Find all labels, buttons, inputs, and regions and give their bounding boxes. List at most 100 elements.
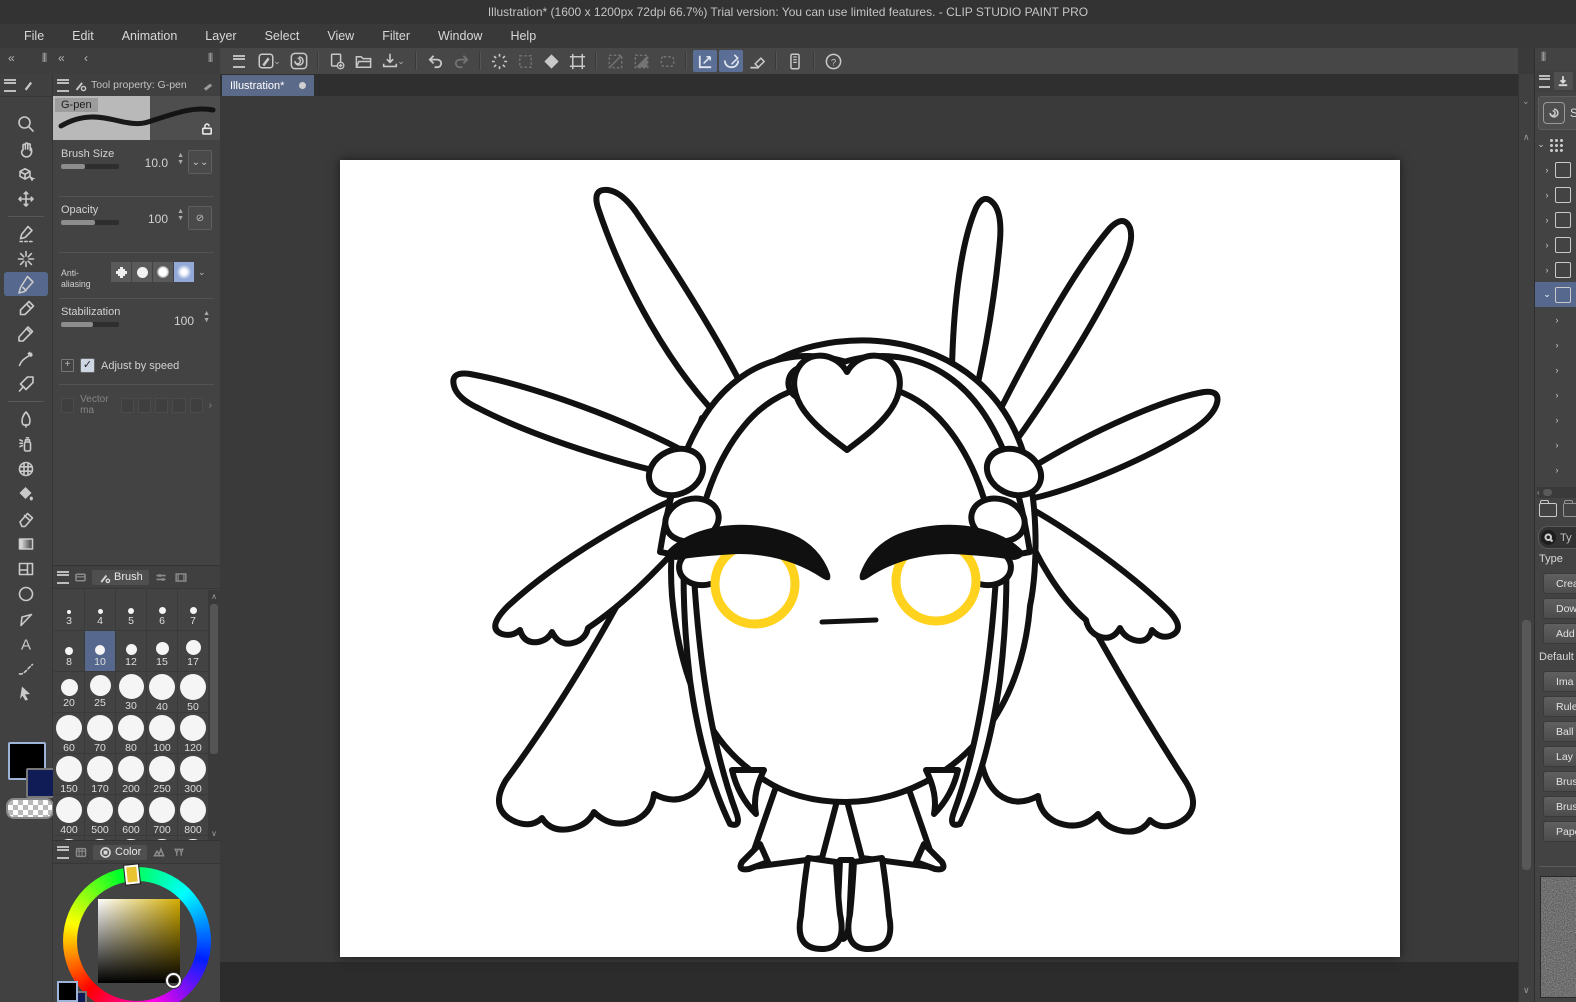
collapse-single-icon[interactable]: ‹ xyxy=(84,51,88,65)
figure-tool[interactable] xyxy=(4,582,48,606)
brush-size-10[interactable]: 10 xyxy=(85,631,116,672)
scrollbar-thumb[interactable] xyxy=(1522,620,1531,870)
opacity-stepper[interactable]: ▲ ▼ xyxy=(177,208,184,222)
stabilization-stepper[interactable]: ▲ ▼ xyxy=(203,310,210,324)
collapse-panel-icon[interactable]: « xyxy=(58,51,65,65)
panel-menu-icon[interactable] xyxy=(57,78,69,92)
brush-size-7[interactable]: 7 xyxy=(178,590,208,631)
redo-button[interactable] xyxy=(449,50,473,72)
eyedropper-tool[interactable] xyxy=(4,297,48,321)
sv-cursor[interactable] xyxy=(166,973,181,988)
adjust-by-speed-checkbox[interactable]: ✓ xyxy=(80,358,95,373)
material-tree-row[interactable]: › xyxy=(1535,432,1576,457)
operate-vector-tool[interactable] xyxy=(4,682,48,706)
open-file-button[interactable] xyxy=(351,50,375,72)
material-filter-add[interactable]: Add xyxy=(1543,623,1576,644)
color-set-tab-icon[interactable] xyxy=(73,846,89,859)
opacity-value[interactable]: 100 xyxy=(148,212,168,226)
chevron-icon[interactable]: › xyxy=(1541,215,1553,225)
brush-size-170[interactable]: 170 xyxy=(85,754,116,795)
brush-size-60[interactable]: 60 xyxy=(54,713,85,754)
menu-window[interactable]: Window xyxy=(424,26,496,46)
chevron-icon[interactable]: › xyxy=(1551,365,1563,375)
menu-view[interactable]: View xyxy=(313,26,368,46)
material-tree-row[interactable]: › xyxy=(1535,407,1576,432)
brush-size-300[interactable]: 300 xyxy=(178,754,208,795)
material-tree-row[interactable]: › xyxy=(1535,182,1576,207)
material-tree-row-selected[interactable]: ⌄ xyxy=(1535,282,1576,307)
airbrush-tool[interactable] xyxy=(4,432,48,456)
material-tree-row[interactable]: › xyxy=(1535,382,1576,407)
brush-size-slider[interactable] xyxy=(61,164,119,169)
menu-animation[interactable]: Animation xyxy=(108,26,192,46)
undo-button[interactable] xyxy=(423,50,447,72)
tab-color-wheel[interactable]: Color xyxy=(93,844,148,860)
material-tree-row[interactable]: › xyxy=(1535,457,1576,482)
brush-grid-scrollbar[interactable]: ∧ ∨ xyxy=(208,590,220,840)
chevron-icon[interactable]: ⌄ xyxy=(1541,289,1553,300)
scrollbar-thumb[interactable] xyxy=(1542,489,1552,496)
brush-size-150[interactable]: 150 xyxy=(54,754,85,795)
stabilization-slider[interactable] xyxy=(61,322,119,327)
collapse-left-dock-icon[interactable]: « xyxy=(8,51,15,65)
close-tab-icon[interactable] xyxy=(299,82,306,89)
chevron-icon[interactable]: › xyxy=(1551,315,1563,325)
crop-button[interactable] xyxy=(565,50,589,72)
hand-tool[interactable] xyxy=(4,137,48,161)
menu-help[interactable]: Help xyxy=(496,26,550,46)
chevron-icon[interactable]: › xyxy=(1551,390,1563,400)
material-tree-row[interactable]: › xyxy=(1535,157,1576,182)
chevron-icon[interactable]: › xyxy=(1541,265,1553,275)
chevron-down-icon[interactable]: ⌄ xyxy=(198,267,206,278)
deselect-button[interactable] xyxy=(487,50,511,72)
saturation-value-square[interactable] xyxy=(98,899,180,983)
brush-size-8[interactable]: 8 xyxy=(54,631,85,672)
panel-menu-icon[interactable] xyxy=(57,845,69,859)
film-tab-icon[interactable] xyxy=(173,571,189,584)
brush-size-6[interactable]: 6 xyxy=(147,590,178,631)
opacity-slider[interactable] xyxy=(61,220,119,225)
scrollbar-thumb[interactable] xyxy=(210,604,218,754)
brush-size-200[interactable]: 200 xyxy=(116,754,147,795)
save-button[interactable]: ⌄ xyxy=(377,50,409,72)
material-filter-brush[interactable]: Brush xyxy=(1543,771,1576,792)
panel-menu-icon[interactable] xyxy=(1539,74,1550,88)
scroll-up-icon[interactable]: ∧ xyxy=(1523,132,1530,143)
collapse-icon[interactable]: ⌄ xyxy=(1522,96,1530,107)
swatch-tab-icon[interactable] xyxy=(73,571,88,584)
chevron-right-icon[interactable]: › xyxy=(209,400,212,411)
zoom-tool[interactable] xyxy=(4,112,48,136)
curve-pen-tool[interactable] xyxy=(4,347,48,371)
pencil-tool[interactable] xyxy=(4,322,48,346)
help-button[interactable]: ? xyxy=(821,50,845,72)
panel-menu-icon[interactable] xyxy=(4,78,16,92)
tab-brush-size[interactable]: Brush xyxy=(92,569,149,585)
main-menu-button[interactable] xyxy=(227,50,251,72)
operation-tool[interactable] xyxy=(4,162,48,186)
drag-handle-icon[interactable]: ⫴ xyxy=(1541,50,1546,65)
brush-size-120[interactable]: 120 xyxy=(178,713,208,754)
lock-icon[interactable] xyxy=(200,122,214,136)
chevron-icon[interactable]: › xyxy=(1541,190,1553,200)
menu-edit[interactable]: Edit xyxy=(58,26,108,46)
brush-size-800[interactable]: 800 xyxy=(178,795,208,836)
snap-to-ruler-button[interactable] xyxy=(693,50,717,72)
material-tree-row[interactable]: › xyxy=(1535,257,1576,282)
drag-handle-icon[interactable]: ⫴ xyxy=(208,51,213,66)
move-layer-tool[interactable] xyxy=(4,187,48,211)
anti-alias-none-button[interactable] xyxy=(111,262,131,282)
brush-size-stepper[interactable]: ▲ ▼ xyxy=(177,152,184,166)
scroll-down-icon[interactable]: ∨ xyxy=(1523,985,1530,996)
brush-size-17[interactable]: 17 xyxy=(178,631,208,672)
selection-launcher-button[interactable] xyxy=(655,50,679,72)
brush-size-600[interactable]: 600 xyxy=(116,795,147,836)
fill-selection-button[interactable] xyxy=(629,50,653,72)
auto-select-tool[interactable] xyxy=(4,247,48,271)
brush-size-700[interactable]: 700 xyxy=(147,795,178,836)
brush-size-100[interactable]: 100 xyxy=(147,713,178,754)
material-tree-row[interactable]: › xyxy=(1535,332,1576,357)
text-tool[interactable]: A xyxy=(4,632,48,656)
anti-alias-weak-button[interactable] xyxy=(132,262,152,282)
brush-size-250[interactable]: 250 xyxy=(147,754,178,795)
scroll-up-icon[interactable]: ∧ xyxy=(208,590,220,601)
